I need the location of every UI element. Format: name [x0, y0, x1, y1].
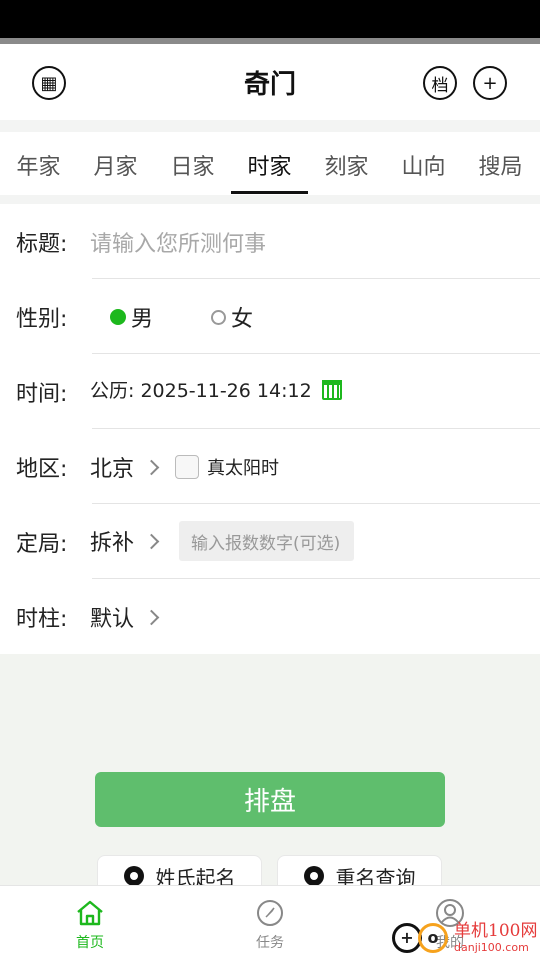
region-label: 地区: [16, 457, 68, 482]
gender-label: 性别: [16, 307, 68, 332]
title-label: 标题: [16, 232, 68, 257]
ding-ju-row: 定局: 拆补 输入报数数字(可选) [0, 504, 540, 579]
shi-zhu-label: 时柱: [16, 607, 68, 632]
gender-options: 男 女 [110, 301, 283, 333]
ding-ju-value[interactable]: 拆补 [90, 525, 134, 557]
ding-ju-label: 定局: [16, 532, 68, 557]
title-row: 标题: 请输入您所测何事 [0, 204, 540, 279]
naming-icon [123, 866, 144, 886]
shi-zhu-row: 时柱: 默认 [0, 579, 540, 654]
time-field[interactable]: 公历: 2025-11-26 14:12 [90, 376, 342, 403]
time-label: 时间: [16, 382, 68, 407]
nav-home-label: 首页 [76, 935, 104, 951]
calendar-icon[interactable] [321, 379, 342, 400]
gender-row: 性别: 男 女 [0, 279, 540, 354]
gender-male-radio[interactable]: 男 [110, 301, 153, 333]
yin-yang-icon [303, 866, 324, 886]
watermark-line1: 单机100网 [454, 920, 538, 941]
region-field: 北京 真太阳时 [90, 451, 279, 483]
true-solar-label: 真太阳时 [207, 458, 280, 479]
watermark: + o 单机100网 danji100.com [392, 915, 540, 960]
watermark-text: 单机100网 danji100.com [454, 920, 538, 954]
add-icon[interactable]: + [473, 66, 507, 100]
compass-icon [255, 898, 285, 928]
watermark-line2: danji100.com [454, 940, 529, 954]
ding-ju-field: 拆补 输入报数数字(可选) [90, 521, 355, 561]
home-icon [75, 898, 105, 928]
page-title: 奇门 [243, 70, 296, 100]
tab-ke-jia[interactable]: 刻家 [308, 132, 385, 202]
pai-pan-button[interactable]: 排盘 [95, 772, 445, 827]
shi-zhu-field: 默认 [90, 601, 167, 633]
nav-home[interactable]: 首页 [0, 886, 180, 960]
gender-female-radio[interactable]: 女 [211, 301, 253, 333]
tab-yue-jia[interactable]: 月家 [77, 132, 154, 202]
title-input[interactable]: 请输入您所测何事 [90, 226, 266, 258]
watermark-o-icon: o [418, 922, 448, 953]
chevron-right-icon[interactable] [143, 533, 160, 549]
tab-ri-jia[interactable]: 日家 [154, 132, 231, 202]
title-placeholder: 请输入您所测何事 [90, 232, 267, 257]
region-value[interactable]: 北京 [90, 451, 134, 483]
radio-selected-icon [110, 309, 126, 325]
true-solar-checkbox[interactable] [175, 455, 200, 479]
nav-tasks[interactable]: 任务 [180, 886, 360, 960]
tab-nian-jia[interactable]: 年家 [0, 132, 77, 202]
region-row: 地区: 北京 真太阳时 [0, 429, 540, 504]
section-divider [0, 195, 540, 204]
time-row: 时间: 公历: 2025-11-26 14:12 [0, 354, 540, 429]
shi-zhu-value[interactable]: 默认 [90, 601, 134, 633]
number-input[interactable]: 输入报数数字(可选) [179, 521, 355, 561]
tab-bar: 年家 月家 日家 时家 刻家 山向 搜局 [0, 132, 540, 202]
tab-sou-ju[interactable]: 搜局 [462, 132, 539, 202]
app-header: ▦ 奇门 档 + [0, 44, 540, 120]
chevron-right-icon[interactable] [143, 609, 160, 625]
tab-shi-jia[interactable]: 时家 [231, 132, 308, 202]
nav-tasks-label: 任务 [256, 935, 284, 951]
tabs-container: 年家 月家 日家 时家 刻家 山向 搜局 [0, 120, 540, 202]
status-bar [0, 0, 540, 38]
time-value: 公历: 2025-11-26 14:12 [90, 380, 312, 402]
radio-unselected-icon [211, 309, 227, 325]
archive-icon[interactable]: 档 [423, 66, 457, 100]
chevron-right-icon[interactable] [143, 459, 160, 475]
chart-form: 标题: 请输入您所测何事 性别: 男 女 时间: 公历: 2025-11-26 … [0, 204, 540, 654]
tab-shan-xiang[interactable]: 山向 [385, 132, 462, 202]
gender-male-label: 男 [131, 307, 154, 332]
gender-female-label: 女 [231, 307, 254, 332]
